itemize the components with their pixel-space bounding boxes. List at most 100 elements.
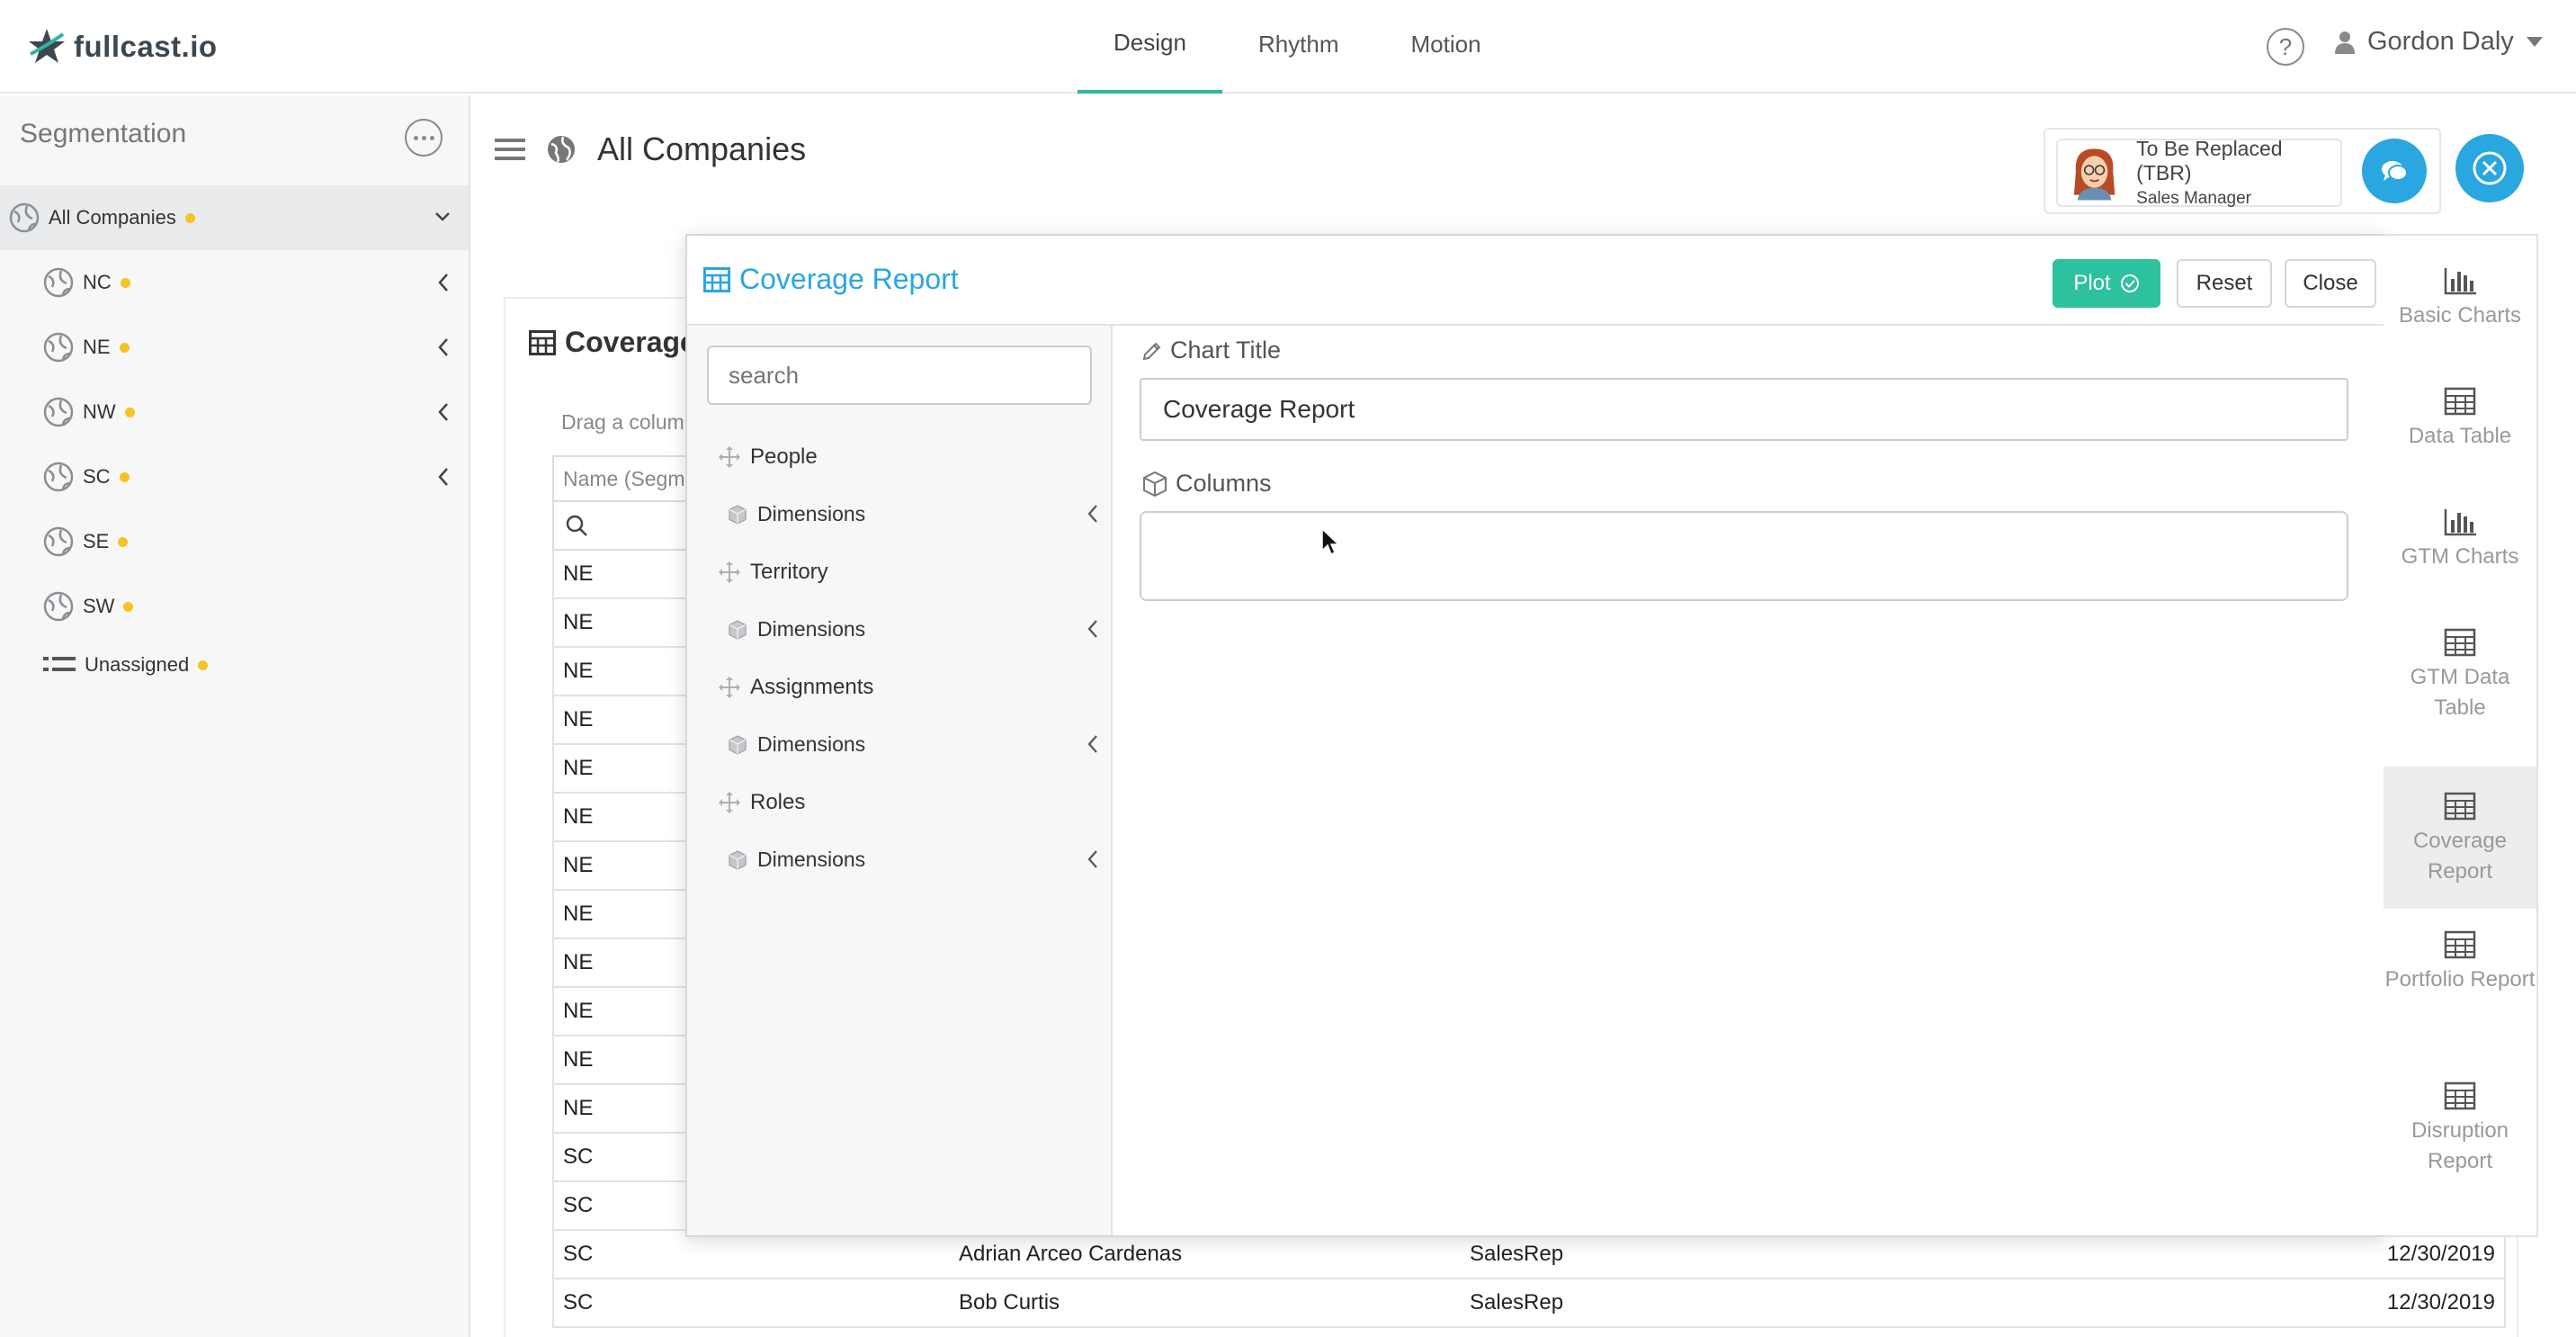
bar-chart-icon <box>2444 509 2476 536</box>
table-cell: SalesRep <box>1470 1290 1564 1315</box>
table-icon <box>2444 628 2476 657</box>
chevron-left-icon[interactable] <box>437 402 450 422</box>
help-icon[interactable]: ? <box>2267 28 2304 66</box>
close-icon <box>2473 151 2507 185</box>
cube-icon <box>729 619 747 640</box>
table-icon <box>529 329 556 355</box>
tree-label: NC <box>83 271 112 293</box>
table-row[interactable]: SC Adrian Arceo Cardenas SalesRep 12/30/201… <box>552 1231 2506 1279</box>
table-cell: NE <box>563 902 594 926</box>
chart-config-panel: Chart Title Columns <box>1114 326 2384 1235</box>
globe-icon <box>43 526 74 557</box>
chevron-left-icon[interactable] <box>1087 504 1099 524</box>
rail-item-basic-charts[interactable]: Basic Charts <box>2384 254 2536 365</box>
tbr-role: Sales Manager <box>2136 189 2251 208</box>
dimensions-node[interactable]: Dimensions <box>727 848 1105 872</box>
hamburger-menu-icon[interactable] <box>495 137 525 162</box>
user-menu[interactable]: Gordon Daly <box>2335 27 2543 57</box>
segmentation-sidebar: Segmentation All Companies NC NE NW SC S… <box>0 95 470 1337</box>
rail-item-coverage-report[interactable]: Coverage Report <box>2384 767 2536 909</box>
tree-item-nc[interactable]: NC <box>43 260 457 305</box>
field-group-assignments[interactable]: Assignments <box>718 675 873 700</box>
field-group-people[interactable]: People <box>718 444 818 470</box>
status-dot <box>123 601 134 612</box>
tbr-card[interactable]: To Be Replaced (TBR) Sales Manager <box>2056 137 2342 208</box>
dimensions-node[interactable]: Dimensions <box>727 502 1105 526</box>
chevron-left-icon[interactable] <box>437 273 450 292</box>
chart-title-input[interactable] <box>1140 378 2348 441</box>
tree-label: Unassigned <box>85 653 190 676</box>
logo[interactable]: fullcast.io <box>27 27 218 67</box>
chevron-left-icon[interactable] <box>437 467 450 487</box>
dimensions-node[interactable]: Dimensions <box>727 617 1105 642</box>
cube-icon <box>729 849 747 870</box>
cube-icon <box>1143 471 1167 497</box>
tree-item-sc[interactable]: SC <box>43 454 457 499</box>
table-cell: NE <box>563 1047 594 1072</box>
tab-motion[interactable]: Motion <box>1375 0 1517 94</box>
coverage-report-dialog: Coverage Report Plot Reset Close People D… <box>685 234 2385 1237</box>
tree-item-unassigned[interactable]: Unassigned <box>43 642 457 687</box>
chat-button[interactable] <box>2362 139 2427 203</box>
table-cell: SC <box>563 1193 594 1217</box>
chevron-left-icon[interactable] <box>1087 849 1099 869</box>
table-cell: NE <box>563 561 594 586</box>
user-icon <box>2335 31 2355 54</box>
move-icon <box>719 446 740 468</box>
columns-drop-zone[interactable] <box>1140 511 2348 601</box>
tree-item-ne[interactable]: NE <box>43 325 457 370</box>
pencil-icon <box>1142 342 1161 360</box>
tab-rhythm[interactable]: Rhythm <box>1222 0 1375 94</box>
more-options-icon[interactable] <box>405 119 443 157</box>
tree-item-nw[interactable]: NW <box>43 390 457 435</box>
reset-button[interactable]: Reset <box>2177 259 2272 308</box>
rail-item-portfolio-report[interactable]: Portfolio Report <box>2384 918 2536 1060</box>
globe-icon <box>43 462 74 492</box>
table-cell: Bob Curtis <box>959 1290 1060 1315</box>
dimensions-node[interactable]: Dimensions <box>727 732 1105 757</box>
table-cell: NE <box>563 659 594 683</box>
table-cell: NE <box>563 999 594 1023</box>
close-button[interactable]: Close <box>2285 259 2376 308</box>
top-navbar: fullcast.io Design Rhythm Motion ? Gordo… <box>0 0 2576 94</box>
table-row[interactable]: SC Bob Curtis SalesRep 12/30/2019 <box>552 1279 2506 1328</box>
table-cell: NE <box>563 610 594 634</box>
search-icon <box>566 515 587 536</box>
table-cell: NE <box>563 756 594 780</box>
avatar <box>2073 148 2115 201</box>
field-group-territory[interactable]: Territory <box>718 560 828 585</box>
tbr-name: To Be Replaced (TBR) <box>2136 137 2283 184</box>
tree-item-sw[interactable]: SW <box>43 584 457 629</box>
tree-label: SE <box>83 530 110 552</box>
plot-button[interactable]: Plot <box>2053 259 2160 308</box>
close-panel-button[interactable] <box>2455 134 2524 202</box>
chevron-down-icon[interactable] <box>434 211 451 222</box>
tab-design[interactable]: Design <box>1078 0 1222 94</box>
rail-item-disruption-report[interactable]: Disruption Report <box>2384 1069 2536 1211</box>
tree-label: NE <box>83 336 111 358</box>
chevron-left-icon[interactable] <box>437 337 450 357</box>
check-circle-icon <box>2120 274 2139 292</box>
tree-item-all-companies[interactable]: All Companies <box>0 185 469 250</box>
table-cell: 12/30/2019 <box>2386 1242 2495 1266</box>
status-dot <box>119 342 130 353</box>
rail-item-gtm-data-table[interactable]: GTM Data Table <box>2384 615 2536 758</box>
status-dot <box>124 407 135 417</box>
chevron-left-icon[interactable] <box>1087 734 1099 754</box>
move-icon <box>719 677 740 698</box>
dialog-header: Coverage Report Plot Reset Close <box>687 236 2384 326</box>
field-group-roles[interactable]: Roles <box>718 790 805 815</box>
globe-icon <box>43 397 74 427</box>
rail-item-data-table[interactable]: Data Table <box>2384 374 2536 486</box>
globe-icon <box>43 332 74 363</box>
rail-item-gtm-charts[interactable]: GTM Charts <box>2384 495 2536 606</box>
chevron-left-icon[interactable] <box>1087 619 1099 639</box>
tree-label: SC <box>83 465 111 488</box>
tree-label: SW <box>83 595 115 617</box>
search-input[interactable] <box>707 345 1092 405</box>
globe-icon <box>548 136 575 163</box>
tree-item-se[interactable]: SE <box>43 519 457 564</box>
table-cell: Adrian Arceo Cardenas <box>959 1242 1183 1266</box>
cube-icon <box>729 734 747 755</box>
table-cell: 12/30/2019 <box>2386 1290 2495 1315</box>
